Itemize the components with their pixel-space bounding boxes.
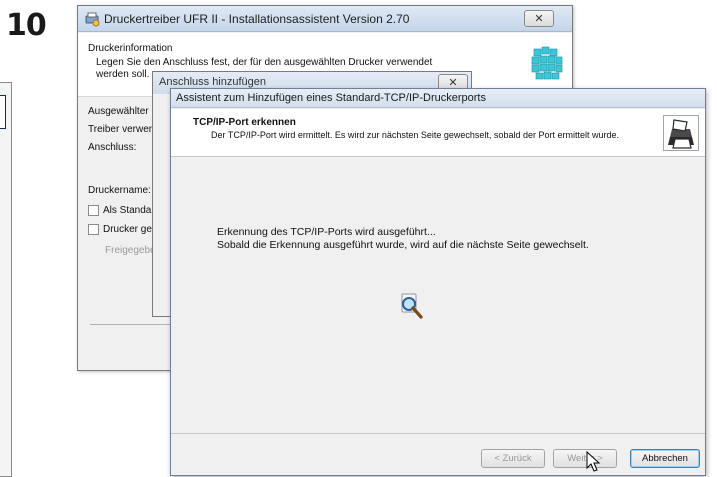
back-button[interactable]: < Zurück <box>481 449 545 468</box>
printer-icon <box>663 115 699 151</box>
detection-info-text: Sobald die Erkennung ausgeführt wurde, w… <box>217 239 589 251</box>
share-printer-label: Drucker ge <box>103 224 152 235</box>
next-button[interactable]: Weiter > <box>553 449 617 468</box>
step-number: 10 <box>6 8 47 43</box>
background-window <box>0 82 12 477</box>
cancel-button[interactable]: Abbrechen <box>630 449 700 468</box>
background-window-field <box>0 95 6 129</box>
share-printer-checkbox[interactable] <box>88 224 99 235</box>
add-port-title: Anschluss hinzufügen <box>159 76 267 88</box>
wizard-footer-separator <box>171 433 705 434</box>
wizard-header: TCP/IP-Port erkennen Der TCP/IP-Port wir… <box>171 109 705 157</box>
set-default-label: Als Standar <box>103 205 155 216</box>
selected-printer-label: Ausgewählter <box>88 106 149 117</box>
printer-name-label: Druckername: <box>88 185 151 196</box>
wizard-title: Assistent zum Hinzufügen eines Standard-… <box>176 92 486 104</box>
port-label: Anschluss: <box>88 142 137 153</box>
share-name-label: Freigegebe <box>105 245 156 256</box>
wizard-titlebar[interactable]: Assistent zum Hinzufügen eines Standard-… <box>171 89 705 108</box>
driver-label: Treiber verwen <box>88 124 155 135</box>
wizard-header-title: TCP/IP-Port erkennen <box>193 117 296 128</box>
mouse-pointer-icon <box>586 451 601 472</box>
installer-close-button[interactable]: ✕ <box>524 10 554 27</box>
wizard-header-description: Der TCP/IP-Port wird ermittelt. Es wird … <box>211 130 619 140</box>
installer-title: Druckertreiber UFR II - Installationsass… <box>104 12 410 26</box>
detection-status-text: Erkennung des TCP/IP-Ports wird ausgefüh… <box>217 226 436 238</box>
tcpip-wizard-window: Assistent zum Hinzufügen eines Standard-… <box>170 88 706 476</box>
set-default-checkbox[interactable] <box>88 205 99 216</box>
cube-logo-icon <box>531 46 563 80</box>
magnifier-search-icon <box>401 293 423 319</box>
installer-header-title: Druckerinformation <box>88 43 173 54</box>
printer-wizard-icon <box>85 12 100 27</box>
installer-titlebar[interactable]: Druckertreiber UFR II - Installationsass… <box>78 6 572 32</box>
